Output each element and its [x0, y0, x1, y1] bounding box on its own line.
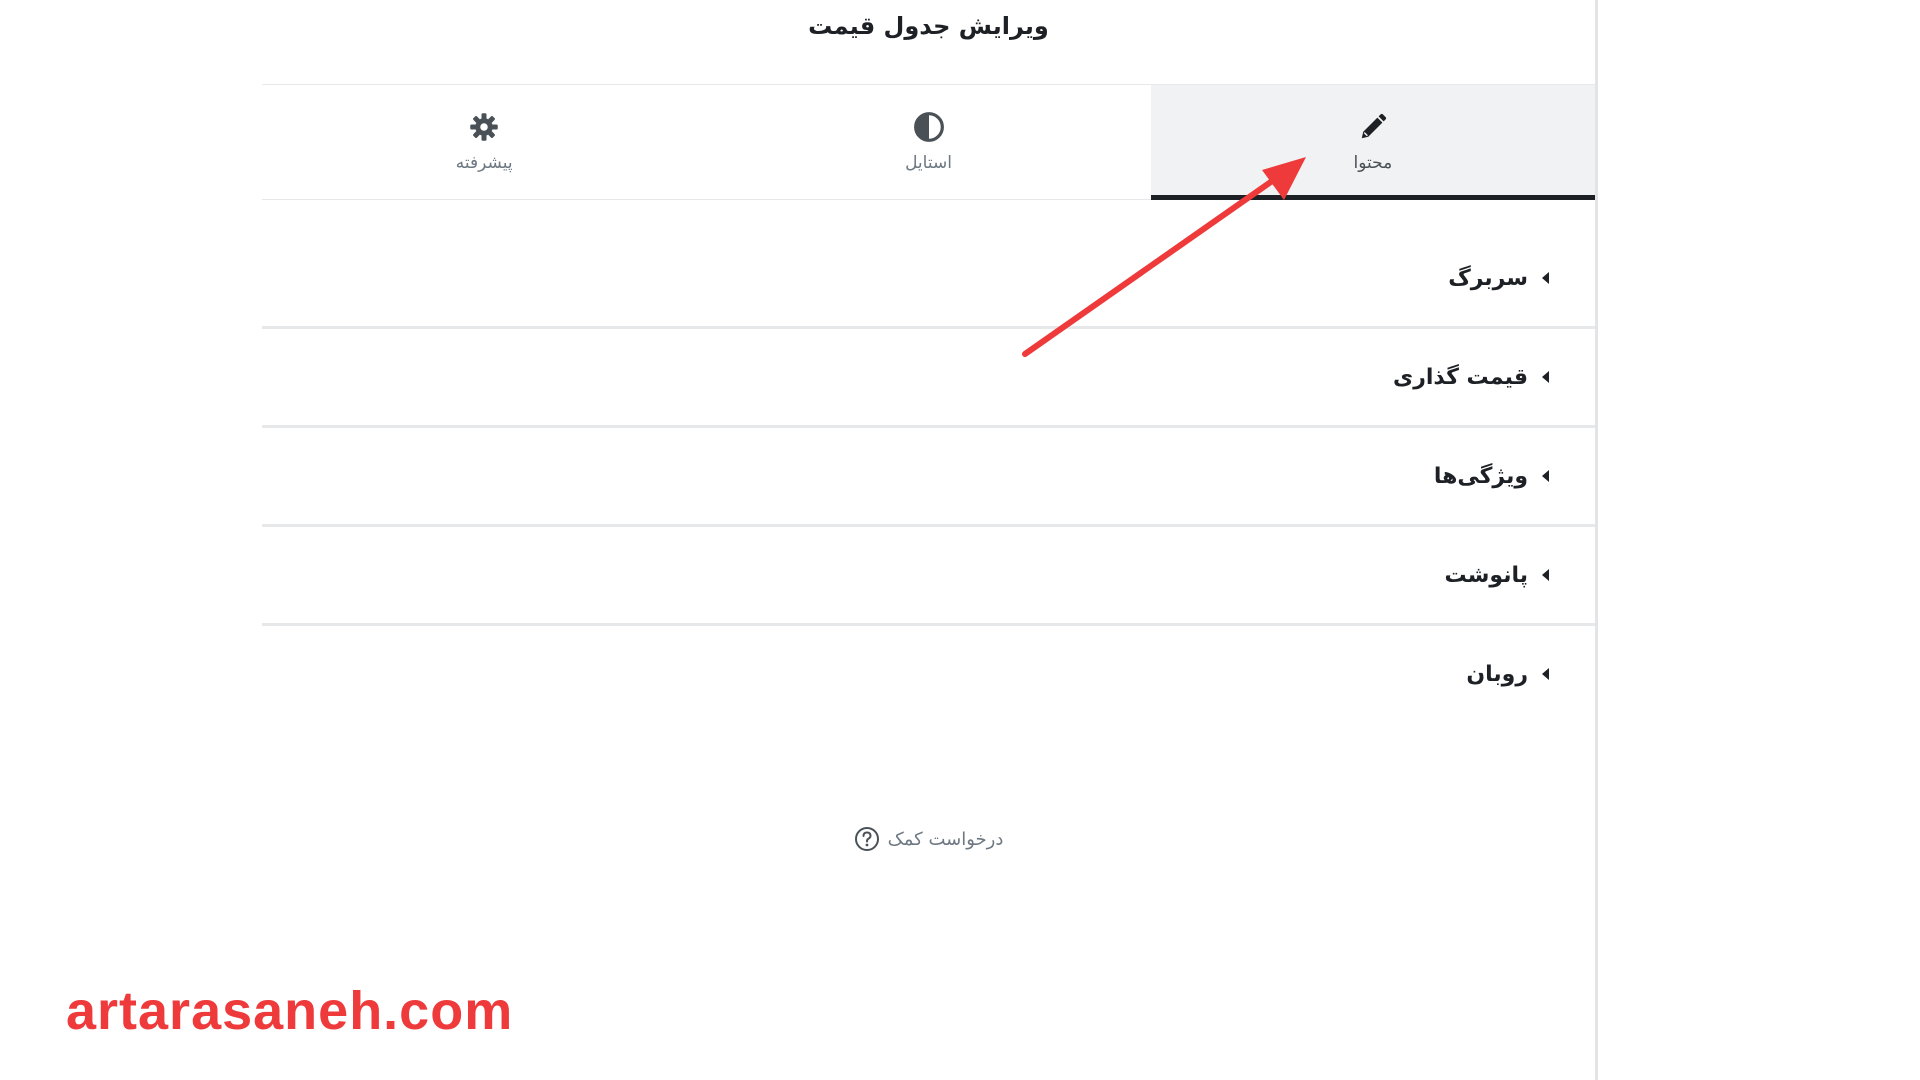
tab-content-label: محتوا	[1353, 153, 1393, 173]
section-header[interactable]: سربرگ	[262, 230, 1595, 329]
tab-content[interactable]: محتوا	[1150, 85, 1596, 200]
section-label: ویژگی‌ها	[1433, 463, 1528, 489]
editor-panel: ویرایش جدول قیمت محتوا استایل پیشرفته سر…	[262, 0, 1596, 1080]
pencil-icon	[1357, 111, 1389, 143]
caret-left-icon	[1542, 371, 1549, 383]
caret-left-icon	[1542, 668, 1549, 680]
section-footer[interactable]: پانوشت	[262, 527, 1595, 626]
help-label: درخواست کمک	[887, 828, 1004, 850]
panel-right-border	[1595, 0, 1598, 1080]
help-link[interactable]: درخواست کمک	[262, 826, 1595, 852]
section-label: قیمت گذاری	[1393, 364, 1528, 390]
section-features[interactable]: ویژگی‌ها	[262, 428, 1595, 527]
watermark-text: artarasaneh.com	[66, 981, 514, 1041]
tab-advanced-label: پیشرفته	[455, 153, 513, 173]
tab-style-label: استایل	[905, 153, 952, 173]
section-label: سربرگ	[1448, 265, 1528, 291]
panel-tabs: محتوا استایل پیشرفته	[262, 84, 1596, 200]
caret-left-icon	[1542, 272, 1549, 284]
section-list: سربرگ قیمت گذاری ویژگی‌ها پانوشت	[262, 230, 1595, 722]
caret-left-icon	[1542, 470, 1549, 482]
tab-style[interactable]: استایل	[706, 85, 1150, 199]
question-circle-icon	[854, 826, 880, 852]
section-pricing[interactable]: قیمت گذاری	[262, 329, 1595, 428]
caret-left-icon	[1542, 569, 1549, 581]
tab-advanced[interactable]: پیشرفته	[262, 85, 706, 199]
gear-icon	[468, 111, 500, 143]
section-label: پانوشت	[1444, 562, 1529, 588]
half-circle-icon	[913, 111, 945, 143]
panel-title: ویرایش جدول قیمت	[808, 12, 1049, 40]
screen: ویرایش جدول قیمت محتوا استایل پیشرفته سر…	[0, 0, 1920, 1080]
section-ribbon[interactable]: روبان	[262, 626, 1595, 722]
section-label: روبان	[1466, 661, 1528, 687]
